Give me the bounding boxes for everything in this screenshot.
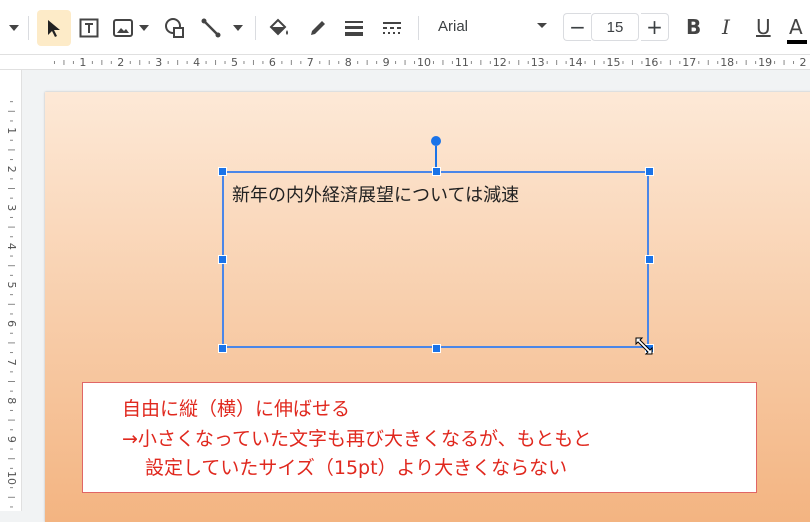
border-color-icon[interactable] xyxy=(304,10,332,46)
ruler-label: 9 xyxy=(5,436,18,443)
ruler-label: 17 xyxy=(682,56,696,69)
ruler-label: 7 xyxy=(5,359,18,366)
more-caret-icon[interactable] xyxy=(4,10,24,46)
ruler-label: 2 xyxy=(117,56,124,69)
ruler-label: 2 xyxy=(5,166,18,173)
italic-button[interactable]: I xyxy=(722,15,730,39)
font-size-input[interactable]: 15 xyxy=(591,13,639,41)
font-name-select[interactable]: Arial xyxy=(438,18,468,35)
ruler-label: 16 xyxy=(644,56,658,69)
increase-font-size-button[interactable]: + xyxy=(641,13,669,41)
resize-handle-top[interactable] xyxy=(432,167,441,176)
decrease-font-size-button[interactable]: − xyxy=(563,13,591,41)
fill-color-icon[interactable] xyxy=(265,10,293,46)
resize-handle-bottom-left[interactable] xyxy=(218,344,227,353)
toolbar-divider xyxy=(255,16,256,40)
ruler-label: 14 xyxy=(569,56,583,69)
ruler-label: 10 xyxy=(417,56,431,69)
annotation-line-3: 設定していたサイズ（15pt）より大きくならない xyxy=(145,457,568,479)
ruler-label: 6 xyxy=(269,56,276,69)
ruler-label: 9 xyxy=(383,56,390,69)
resize-handle-left[interactable] xyxy=(218,255,227,264)
ruler-label: 15 xyxy=(607,56,621,69)
ruler-label: 12 xyxy=(493,56,507,69)
ruler-label: 7 xyxy=(307,56,314,69)
ruler-label: 11 xyxy=(455,56,469,69)
font-caret-icon[interactable] xyxy=(537,23,547,28)
toolbar-divider xyxy=(28,16,29,40)
annotation-line-2: →小さくなっていた文字も再び大きくなるが、もともと xyxy=(122,428,592,450)
text-color-swatch xyxy=(787,40,807,44)
resize-handle-bottom[interactable] xyxy=(432,344,441,353)
ruler-label: 6 xyxy=(5,320,18,327)
ruler-label: 5 xyxy=(5,282,18,289)
image-caret-icon[interactable] xyxy=(137,10,151,46)
text-box-icon[interactable] xyxy=(75,10,103,46)
resize-handle-right[interactable] xyxy=(645,255,654,264)
horizontal-ruler[interactable]: 1 2 3 4 5 6 7 8 9 10 11 12 13 14 15 16 17 18 19 2 xyxy=(0,54,810,70)
ruler-label: 10 xyxy=(5,471,18,485)
shape-icon[interactable] xyxy=(160,10,188,46)
ruler-label: 8 xyxy=(5,397,18,404)
annotation-line-1: 自由に縦（横）に伸ばせる xyxy=(122,398,351,420)
ruler-label: 1 xyxy=(79,56,86,69)
ruler-label: 3 xyxy=(155,56,162,69)
resize-cursor-icon xyxy=(635,337,653,355)
ruler-label: 8 xyxy=(345,56,352,69)
resize-handle-top-right[interactable] xyxy=(645,167,654,176)
bold-button[interactable]: B xyxy=(686,15,701,39)
ruler-label: 4 xyxy=(193,56,200,69)
resize-handle-top-left[interactable] xyxy=(218,167,227,176)
ruler-label: 18 xyxy=(720,56,734,69)
toolbar-divider xyxy=(418,16,419,40)
underline-button[interactable]: U xyxy=(756,15,771,39)
line-icon[interactable] xyxy=(197,10,225,46)
ruler-label: 19 xyxy=(758,56,772,69)
ruler-label: 13 xyxy=(531,56,545,69)
ruler-label: 2 xyxy=(800,56,807,69)
ruler-label: 5 xyxy=(231,56,238,69)
border-dash-icon[interactable] xyxy=(378,10,406,46)
border-weight-icon[interactable] xyxy=(340,10,368,46)
ruler-label: 1 xyxy=(5,127,18,134)
vertical-ruler[interactable]: 1 2 3 4 5 6 7 8 9 10 xyxy=(0,70,22,511)
rotation-handle[interactable] xyxy=(431,136,441,146)
image-icon[interactable] xyxy=(110,10,136,46)
text-box-content[interactable]: 新年の内外経済展望については減速 xyxy=(232,181,519,207)
select-cursor-icon[interactable] xyxy=(37,10,71,46)
ruler-label: 4 xyxy=(5,243,18,250)
text-color-button[interactable]: A xyxy=(789,15,803,39)
line-caret-icon[interactable] xyxy=(231,10,245,46)
ruler-label: 3 xyxy=(5,204,18,211)
toolbar: Arial − 15 + B I U A xyxy=(0,0,810,54)
